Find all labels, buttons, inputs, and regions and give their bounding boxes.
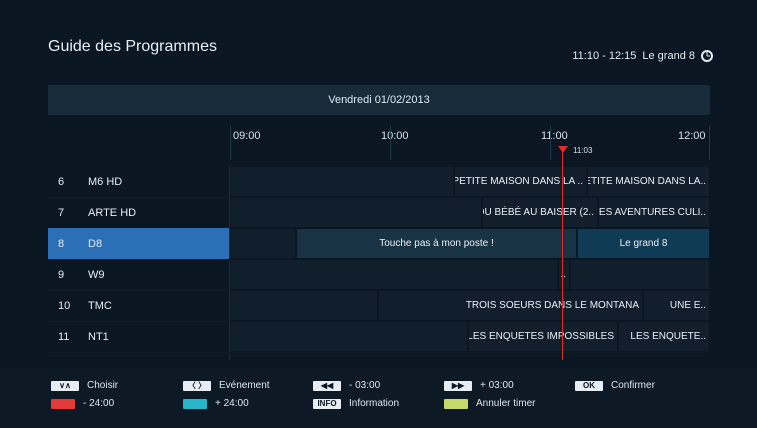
left-right-keys-icon: 〈 〉 — [183, 380, 211, 391]
timeline-gridline — [709, 126, 710, 160]
channel-row: 6 M6 HD PETITE MAISON DANS LA .. PETITE … — [48, 166, 710, 198]
channel-number: 7 — [58, 206, 65, 219]
legend-rewind: ◀◀ - 03:00 — [313, 380, 380, 391]
forward-key-icon: ▶▶ — [444, 380, 472, 391]
date-selector[interactable]: Vendredi 01/02/2013 — [48, 85, 710, 115]
channel-name: M6 HD — [88, 175, 123, 188]
program-block[interactable] — [570, 259, 710, 290]
info-key-icon: INFO — [313, 398, 341, 409]
channel-item[interactable]: 10 TMC — [48, 290, 229, 321]
channel-row: 9 W9 .. — [48, 259, 710, 291]
timeline-gridline — [390, 126, 391, 160]
program-block[interactable]: LES ENQUETES IMPOSSIBLES — [468, 321, 618, 352]
timeline-tick: 11:00 — [541, 130, 568, 142]
program-block[interactable]: .. — [558, 259, 570, 290]
timeline-gridline — [550, 126, 551, 160]
timeline-tick: 09:00 — [233, 130, 261, 142]
legend-confirm: OK Confirmer — [575, 380, 655, 391]
channel-number: 9 — [58, 268, 65, 281]
channel-programs: LES ENQUETES IMPOSSIBLES LES ENQUETE.. — [230, 321, 710, 352]
program-block[interactable]: PETITE MAISON DANS LA.. — [587, 166, 710, 197]
program-grid: 6 M6 HD PETITE MAISON DANS LA .. PETITE … — [48, 166, 710, 360]
program-block[interactable] — [230, 166, 454, 197]
program-block[interactable] — [230, 321, 468, 352]
channel-number: 6 — [58, 175, 65, 188]
rewind-key-icon: ◀◀ — [313, 380, 341, 391]
channel-name: W9 — [88, 268, 105, 281]
channel-programs: Touche pas à mon poste ! Le grand 8 — [230, 228, 710, 259]
channel-name: TMC — [88, 299, 112, 312]
channel-number: 10 — [58, 299, 71, 312]
current-time-label: 11:03 — [573, 146, 593, 155]
current-time-marker — [562, 148, 563, 360]
legend-label: - 24:00 — [83, 398, 115, 409]
current-program-title: Le grand 8 — [642, 50, 695, 62]
program-block[interactable] — [230, 197, 482, 228]
channel-item[interactable]: 11 NT1 — [48, 321, 229, 352]
program-block[interactable]: Touche pas à mon poste ! — [296, 228, 577, 259]
timeline-tick: 12:00 — [678, 130, 706, 142]
channel-row: 8 D8 Touche pas à mon poste ! Le grand 8 — [48, 228, 710, 260]
channel-item[interactable]: 8 D8 — [48, 228, 229, 259]
epg-screen: Guide des Programmes 11:10 - 12:15 Le gr… — [0, 0, 757, 428]
channel-programs: DU BÉBÉ AU BAISER (2.. LES AVENTURES CUL… — [230, 197, 710, 228]
blue-key-icon — [183, 398, 207, 409]
program-block[interactable]: PETITE MAISON DANS LA .. — [454, 166, 587, 197]
legend-label: Annuler timer — [476, 398, 536, 409]
program-block[interactable]: UNE E.. — [643, 290, 710, 321]
legend-plus-24: + 24:00 — [183, 398, 249, 409]
timeline: 09:00 10:00 11:00 12:00 11:03 — [230, 126, 710, 166]
legend-label: - 03:00 — [349, 380, 381, 391]
legend-label: Evénement — [219, 380, 270, 391]
current-time-marker-head — [558, 146, 568, 153]
time-range: 11:10 - 12:15 — [572, 50, 637, 62]
red-key-icon — [51, 398, 75, 409]
legend-forward: ▶▶ + 03:00 — [444, 380, 514, 391]
channel-item[interactable]: 7 ARTE HD — [48, 197, 229, 228]
program-block[interactable]: TROIS SOEURS DANS LE MONTANA — [378, 290, 643, 321]
channel-item[interactable]: 9 W9 — [48, 259, 229, 290]
channel-programs: PETITE MAISON DANS LA .. PETITE MAISON D… — [230, 166, 710, 197]
ok-key-icon: OK — [575, 380, 603, 391]
program-block[interactable] — [230, 290, 378, 321]
program-block[interactable]: DU BÉBÉ AU BAISER (2.. — [482, 197, 598, 228]
program-block[interactable] — [230, 259, 558, 290]
legend-minus-24: - 24:00 — [51, 398, 114, 409]
legend-event: 〈 〉 Evénement — [183, 380, 270, 391]
footer-legend: ∨∧ Choisir 〈 〉 Evénement ◀◀ - 03:00 ▶▶ +… — [0, 368, 757, 428]
legend-label: + 24:00 — [215, 398, 249, 409]
legend-choose: ∨∧ Choisir — [51, 380, 118, 391]
channel-number: 8 — [58, 237, 65, 250]
clock-icon — [701, 50, 713, 62]
legend-label: Choisir — [87, 380, 119, 391]
channel-name: NT1 — [88, 330, 109, 343]
channel-row: 10 TMC TROIS SOEURS DANS LE MONTANA UNE … — [48, 290, 710, 322]
program-block[interactable]: LES AVENTURES CULI.. — [598, 197, 710, 228]
program-block[interactable]: Le grand 8 — [577, 228, 710, 259]
page-title: Guide des Programmes — [48, 38, 217, 55]
now-playing-info: 11:10 - 12:15 Le grand 8 — [572, 50, 713, 62]
legend-label: Confirmer — [611, 380, 655, 391]
legend-cancel-timer: Annuler timer — [444, 398, 535, 409]
channel-name: D8 — [88, 237, 103, 250]
date-label: Vendredi 01/02/2013 — [328, 94, 430, 106]
channel-programs: TROIS SOEURS DANS LE MONTANA UNE E.. — [230, 290, 710, 321]
legend-label: Information — [349, 398, 400, 409]
channel-row: 7 ARTE HD DU BÉBÉ AU BAISER (2.. LES AVE… — [48, 197, 710, 229]
timeline-gridline — [230, 126, 231, 160]
legend-label: + 03:00 — [480, 380, 514, 391]
program-block[interactable] — [230, 228, 296, 259]
channel-number: 11 — [58, 330, 70, 343]
channel-row: 11 NT1 LES ENQUETES IMPOSSIBLES LES ENQU… — [48, 321, 710, 353]
timeline-tick: 10:00 — [381, 130, 409, 142]
channel-item[interactable]: 6 M6 HD — [48, 166, 229, 197]
up-down-keys-icon: ∨∧ — [51, 380, 79, 391]
channel-programs: .. — [230, 259, 710, 290]
program-block[interactable]: LES ENQUETE.. — [618, 321, 710, 352]
legend-info: INFO Information — [313, 398, 399, 409]
yellow-key-icon — [444, 398, 468, 409]
channel-name: ARTE HD — [88, 206, 137, 219]
